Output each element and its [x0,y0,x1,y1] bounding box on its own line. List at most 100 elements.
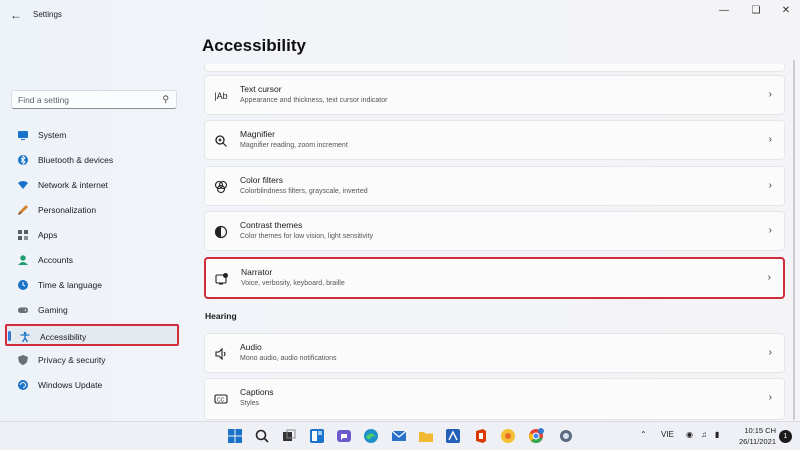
edge-icon[interactable] [363,428,379,444]
taskbar: ⌃ VIE ◉ ♫ ▮ 10:15 CH 26/11/2021 1 [0,421,800,450]
chrome-icon[interactable] [528,428,544,444]
chevron-right-icon: › [768,134,772,145]
card-contrast-themes[interactable]: Contrast themes Color themes for low vis… [204,211,785,251]
start-icon[interactable] [227,428,243,444]
sidebar-item-windows-update[interactable]: Windows Update [5,374,179,396]
sidebar-item-network[interactable]: Network & internet [5,174,179,196]
card-title: Audio [240,342,262,352]
task-view-icon[interactable] [281,428,297,444]
card-title: Color filters [240,175,283,185]
sidebar-item-privacy[interactable]: Privacy & security [5,349,179,371]
sidebar-item-system[interactable]: System [5,124,179,146]
card-title: Magnifier [240,129,275,139]
sidebar-item-bluetooth[interactable]: Bluetooth & devices [5,149,179,171]
person-icon [18,255,28,265]
sidebar-item-apps[interactable]: Apps [5,224,179,246]
card-title: Contrast themes [240,220,303,230]
sidebar-item-time-language[interactable]: Time & language [5,274,179,296]
globe-clock-icon [18,280,28,290]
apps-icon [18,230,28,240]
card-color-filters[interactable]: Color filters Colorblindness filters, gr… [204,166,785,206]
language-indicator[interactable]: VIE [661,430,674,439]
card-subtitle: Magnifier reading, zoom increment [240,142,348,149]
sidebar-item-label: Network & internet [38,180,108,190]
minimize-icon[interactable]: — [716,4,732,18]
sidebar-item-label: Personalization [38,205,97,215]
text-cursor-icon: |Ab [214,91,228,101]
update-icon [18,380,28,390]
card-subtitle: Colorblindness filters, grayscale, inver… [240,188,368,195]
svg-text:CC: CC [217,397,225,403]
card-subtitle: Voice, verbosity, keyboard, braille [241,280,345,287]
chevron-right-icon: › [768,225,772,236]
back-arrow-icon[interactable]: ← [8,7,24,23]
chevron-right-icon: › [768,347,772,358]
card-subtitle: Mono audio, audio notifications [240,355,337,362]
speaker-icon [215,347,226,361]
shield-icon [18,355,28,365]
card-captions[interactable]: CC Captions Styles › [204,378,785,420]
clock-time: 10:15 CH [744,426,776,435]
card-title: Captions [240,387,274,397]
contrast-icon [214,225,228,239]
chevron-right-icon: › [768,180,772,191]
card-magnifier[interactable]: Magnifier Magnifier reading, zoom increm… [204,120,785,160]
sidebar-item-label: Bluetooth & devices [38,155,114,165]
search-placeholder: Find a setting [18,95,70,105]
card-subtitle: Appearance and thickness, text cursor in… [240,97,388,104]
bluetooth-icon [18,154,28,166]
sidebar-item-label: Apps [38,230,58,240]
scrollbar[interactable] [793,60,795,420]
page-title: Accessibility [202,36,306,55]
card-edge [204,64,785,72]
monitor-icon [18,131,28,140]
sidebar-item-label: Accessibility [40,332,87,342]
card-text-cursor[interactable]: |Ab Text cursor Appearance and thickness… [204,75,785,115]
sidebar-item-label: System [38,130,67,140]
paint-icon[interactable] [500,428,516,444]
search-input[interactable]: Find a setting ⚲ [11,90,177,109]
brush-icon [18,205,28,215]
file-explorer-icon[interactable] [418,428,434,444]
card-narrator[interactable]: Narrator Voice, verbosity, keyboard, bra… [204,257,785,299]
sidebar-item-personalization[interactable]: Personalization [5,199,179,221]
sidebar-item-label: Windows Update [38,380,103,390]
search-icon[interactable] [254,428,270,444]
settings-icon[interactable] [558,428,574,444]
selected-indicator [8,331,11,341]
clock[interactable]: 10:15 CH 26/11/2021 [726,425,776,447]
color-filters-icon [214,180,228,194]
app-title: Settings [33,10,62,19]
chevron-right-icon: › [768,392,772,403]
sidebar-item-gaming[interactable]: Gaming [5,299,179,321]
narrator-icon [215,273,228,285]
widgets-icon[interactable] [309,428,325,444]
search-icon[interactable]: ⚲ [162,94,169,105]
sidebar-item-label: Gaming [38,305,68,315]
volume-icon[interactable]: ♫ [701,430,707,439]
notification-badge[interactable]: 1 [779,430,792,443]
close-icon[interactable]: ✕ [778,4,794,18]
card-subtitle: Color themes for low vision, light sensi… [240,233,374,240]
teams-icon[interactable] [336,428,352,444]
wifi-icon[interactable]: ◉ [686,430,693,439]
section-title-hearing: Hearing [205,311,237,321]
chevron-right-icon: › [768,89,772,100]
title-bar: ← Settings — ❏ ✕ [0,0,800,30]
office-icon[interactable] [473,428,489,444]
card-title: Narrator [241,267,273,277]
battery-icon[interactable]: ▮ [715,430,719,439]
chevron-up-icon[interactable]: ⌃ [640,430,647,439]
captions-icon: CC [214,394,228,404]
whiteboard-icon[interactable] [445,428,461,444]
sidebar-item-label: Accounts [38,255,73,265]
card-audio[interactable]: Audio Mono audio, audio notifications › [204,333,785,373]
sidebar-item-accounts[interactable]: Accounts [5,249,179,271]
clock-date: 26/11/2021 [739,437,776,446]
maximize-icon[interactable]: ❏ [748,4,764,18]
magnifier-icon [215,135,227,147]
sidebar-item-accessibility[interactable]: Accessibility [5,324,179,346]
chevron-right-icon: › [767,272,771,283]
wifi-icon [18,181,28,189]
mail-icon[interactable] [391,428,407,444]
